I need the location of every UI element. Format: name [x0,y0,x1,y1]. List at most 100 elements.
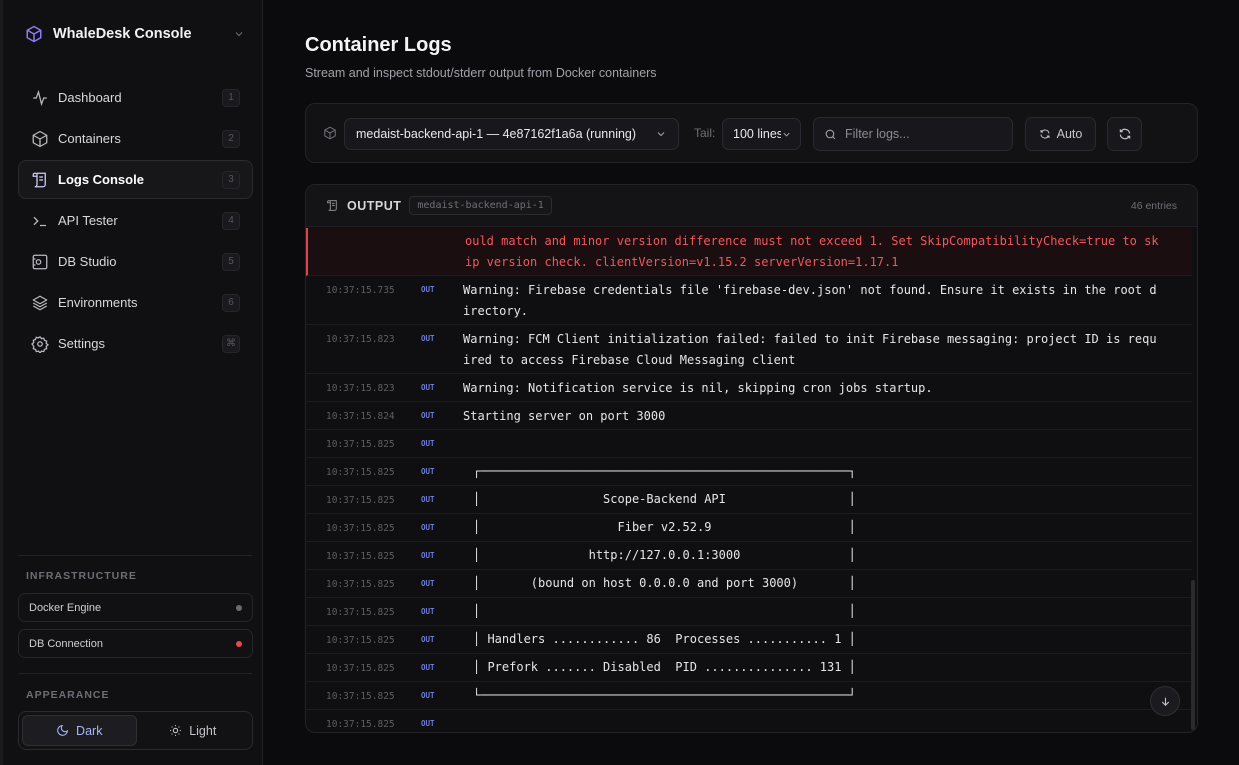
log-message: └───────────────────────────────────────… [473,688,856,702]
sidebar-item-db-studio[interactable]: DB Studio 5 [18,242,253,281]
sidebar: WhaleDesk Console Dashboard 1 Containers… [0,0,263,765]
log-message: Warning: Notification service is nil, sk… [463,381,933,395]
log-timestamp: 10:37:15.825 [326,495,395,506]
auto-label: Auto [1056,127,1083,141]
log-timestamp: 10:37:15.735 [326,285,395,296]
log-message [463,434,1177,455]
sidebar-item-logs-console[interactable]: Logs Console 3 [18,160,253,199]
sidebar-item-dashboard[interactable]: Dashboard 1 [18,78,253,117]
log-message: │ │ [473,604,856,618]
infra-docker-engine[interactable]: Docker Engine [18,593,253,622]
scroll-icon [32,172,46,187]
divider [18,673,252,674]
auto-refresh-button[interactable]: Auto [1025,117,1096,151]
log-row-error: ould match and minor version difference … [306,228,1192,276]
log-toolbar: medaist-backend-api-1 — 4e87162f1a6a (ru… [305,103,1198,163]
log-message: Warning: Firebase credentials file 'fire… [463,283,1157,297]
theme-light-button[interactable]: Light [137,715,250,746]
shortcut-badge: 4 [222,211,240,230]
chevron-down-icon [657,132,665,137]
tail-select[interactable]: 100 lines [722,118,801,150]
log-timestamp: 10:37:15.825 [326,523,395,534]
log-timestamp: 10:37:15.825 [326,663,395,674]
log-stream-badge: OUT [421,334,435,343]
filter-logs-input[interactable] [845,127,995,141]
container-select-value: medaist-backend-api-1 — 4e87162f1a6a (ru… [356,127,637,141]
shortcut-badge: 6 [222,293,240,312]
log-message: ired to access Firebase Cloud Messaging … [463,353,796,367]
sidebar-item-containers[interactable]: Containers 2 [18,119,253,158]
log-row: 10:37:15.825 OUT │ http://127.0.0.1:3000 │ [306,542,1192,570]
page-title: Container Logs [305,34,452,56]
log-stream-badge: OUT [421,495,435,504]
output-title: OUTPUT [347,198,402,213]
log-stream-badge: OUT [421,719,435,728]
log-stream-badge: OUT [421,635,435,644]
infra-label: DB Connection [29,637,103,650]
output-header: OUTPUT medaist-backend-api-1 46 entries [306,185,1197,227]
log-row: 10:37:15.825 OUT │ Prefork ....... Disable… [306,654,1192,682]
log-timestamp: 10:37:15.825 [326,635,395,646]
refresh-icon [1040,129,1050,139]
tail-select-value: 100 lines [733,127,781,141]
theme-dark-button[interactable]: Dark [22,715,137,746]
infra-db-connection[interactable]: DB Connection [18,629,253,658]
log-row: 10:37:15.825 OUT [306,430,1192,458]
tail-label: Tail: [694,126,716,140]
log-row: 10:37:15.825 OUT │ Scope-Backend API │ [306,486,1192,514]
log-message: │ Prefork ....... Disabled PID .........… [473,660,856,674]
log-row: 10:37:15.825 OUT │ │ [306,598,1192,626]
log-message [463,714,1177,732]
sidebar-item-environments[interactable]: Environments 6 [18,283,253,322]
log-row: 10:37:15.824 OUT Starting server on port 3… [306,402,1192,430]
gear-icon [31,335,49,353]
scroll-to-bottom-button[interactable] [1150,686,1180,716]
status-dot [236,604,242,611]
log-message: │ Fiber v2.52.9 │ [473,520,856,534]
brand-switcher[interactable]: WhaleDesk Console [25,22,245,46]
scroll-icon [327,200,337,211]
log-stream-badge: OUT [421,411,435,420]
filter-input-wrapper [813,117,1013,151]
status-dot [236,640,242,647]
log-timestamp: 10:37:15.825 [326,579,395,590]
layers-icon [32,295,48,310]
theme-light-label: Light [189,723,217,738]
log-message: │ Scope-Backend API │ [473,492,856,506]
moon-icon [57,724,69,736]
log-timestamp: 10:37:15.823 [326,334,395,345]
log-stream-badge: OUT [421,579,435,588]
box-icon [32,130,48,147]
sidebar-nav: Dashboard 1 Containers 2 Logs Console 3 … [18,78,253,365]
refresh-button[interactable] [1107,117,1142,151]
log-message: ip version check. clientVersion=v1.15.2 … [465,255,899,269]
theme-dark-label: Dark [76,723,103,738]
sidebar-item-label: Dashboard [58,90,122,105]
log-list[interactable]: ould match and minor version difference … [306,228,1192,732]
log-stream-badge: OUT [421,467,435,476]
scrollbar[interactable] [1191,580,1195,730]
log-output-panel: OUTPUT medaist-backend-api-1 46 entries … [305,184,1198,733]
log-stream-badge: OUT [421,663,435,672]
log-message: ┌───────────────────────────────────────… [473,464,856,478]
divider [18,555,252,556]
infrastructure-heading: INFRASTRUCTURE [26,570,137,582]
sidebar-item-api-tester[interactable]: API Tester 4 [18,201,253,240]
log-stream-badge: OUT [421,551,435,560]
log-timestamp: 10:37:15.825 [326,719,395,730]
shortcut-badge: ⌘ [222,334,240,353]
log-timestamp: 10:37:15.825 [326,467,395,478]
log-message: Starting server on port 3000 [463,409,666,423]
container-select[interactable]: medaist-backend-api-1 — 4e87162f1a6a (ru… [344,118,679,150]
log-row: 10:37:15.825 OUT [306,710,1192,732]
database-icon [32,254,48,269]
entry-count: 46 entries [1130,199,1177,212]
search-icon [825,129,836,139]
log-row: 10:37:15.825 OUT │ (bound on host 0.0.0.0 … [306,570,1192,598]
page-subtitle: Stream and inspect stdout/stderr output … [305,66,657,80]
log-message: │ http://127.0.0.1:3000 │ [473,548,856,562]
log-message: │ Handlers ............ 86 Processes ...… [473,632,856,646]
sidebar-item-label: Containers [58,131,121,146]
chevron-down-icon[interactable] [233,28,245,40]
sidebar-item-settings[interactable]: Settings ⌘ [18,324,253,363]
